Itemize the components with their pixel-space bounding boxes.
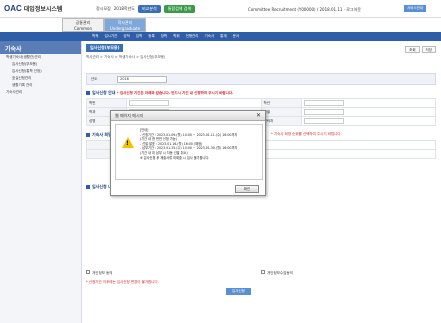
year-select[interactable]: 2018	[117, 76, 167, 83]
submit-application-button[interactable]: 입사신청	[226, 288, 251, 295]
breadcrumb: 학사관리 > 기숙사 > 학생기숙사 > 입사신청(부모용)	[86, 55, 166, 59]
top-menu: 정시모집 2018학년도 비교분석 통합검색 검색	[96, 5, 196, 13]
consent-checkbox[interactable]: 개인정보 동의	[86, 270, 112, 276]
nav-item[interactable]: 성적	[123, 34, 129, 39]
message-dialog: 웹 페이지 메시지 ✕ ! [안내] - 신청기간 : 2023.01.09.(…	[110, 110, 266, 196]
student-id-field[interactable]	[129, 100, 169, 106]
sidebar-item[interactable]: 입사신청(통학 선정)	[0, 68, 81, 75]
nav-item[interactable]: 입학	[136, 34, 142, 39]
nav-item[interactable]: 등록	[148, 34, 154, 39]
sidebar-item[interactable]: 생활기록 관리	[0, 82, 81, 89]
nav-item[interactable]: 학위	[173, 34, 179, 39]
nav-item[interactable]: 통계	[220, 34, 226, 39]
preference-notice: * 기숙사 희망 순위를 선택하여 주시기 바랍니다.	[271, 132, 342, 136]
ok-button[interactable]: 확인	[235, 185, 259, 193]
main-nav: 학적 입시기관 성적 입학 등록 장학 학위 전형관리 기숙사 통계 문서	[0, 32, 441, 41]
toolbar: 조회 저장	[405, 46, 436, 53]
top-header: OAC 대입정보시스템 정시모집 2018학년도 비교분석 통합검색 검색 Com…	[0, 0, 441, 18]
save-button[interactable]: 저장	[421, 46, 436, 53]
service-guide-button[interactable]: 서비스안내	[404, 5, 427, 12]
dialog-body: ! [안내] - 신청기간 : 2023.01.09.(월) 10:00 ~ 2…	[115, 124, 263, 180]
tab-undergraduate[interactable]: 학사관리 Undergraduate	[104, 18, 146, 32]
sidebar-title: 기숙사	[0, 41, 81, 54]
grade-field[interactable]	[303, 100, 344, 106]
top-menu-item-3[interactable]: 통합검색 검색	[163, 5, 196, 13]
privacy-checkbox[interactable]: 개인정보수집동의	[261, 270, 293, 276]
section-preference-title: 기숙사 희망	[86, 132, 112, 138]
section-notice-title: 입사신청 안내 * 입사신청 기간은 아래와 같습니다. 반드시 기간 내 신청…	[86, 90, 233, 96]
dialog-message: [안내] - 신청기간 : 2023.01.09.(월) 10:00 ~ 202…	[140, 128, 238, 160]
top-menu-item-1[interactable]: 2018학년도	[114, 6, 135, 12]
search-row: 년도 2018	[86, 73, 436, 85]
sidebar: 기숙사 학생기숙사(생활관)관리 입사신청(부모용) 입사신청(통학 선정) 호…	[0, 41, 82, 323]
field-label: 학번	[86, 98, 127, 108]
nav-item[interactable]: 입시기관	[104, 34, 117, 39]
search-button[interactable]: 조회	[405, 46, 420, 53]
sidebar-item[interactable]: 기숙사관리	[0, 89, 81, 96]
nav-item[interactable]: 기숙사	[205, 34, 215, 39]
gender-field[interactable]	[303, 109, 344, 115]
nav-item[interactable]: 문서	[233, 34, 239, 39]
user-info: Committee Recruitment (Y00000) / 2018.01…	[248, 7, 361, 12]
contact-field[interactable]	[303, 118, 344, 124]
sidebar-item[interactable]: 학생기숙사(생활관)관리	[0, 54, 81, 61]
footnote: * 신청기간 이후에는 입사신청 변경이 불가합니다.	[86, 280, 159, 284]
field-label: 학년	[260, 98, 302, 108]
subsystem-tabs: 공통관리 Common 학사관리 Undergraduate	[62, 18, 146, 32]
top-menu-item-2[interactable]: 비교분석	[137, 5, 161, 13]
site-logo[interactable]: OAC 대입정보시스템	[4, 4, 62, 13]
nav-item[interactable]: 학적	[92, 34, 98, 39]
top-menu-item-0[interactable]: 정시모집	[96, 6, 111, 12]
field-label: 연락처	[260, 116, 302, 126]
close-icon[interactable]: ✕	[256, 112, 261, 119]
field-label: 성별	[260, 107, 302, 117]
dialog-title: 웹 페이지 메시지 ✕	[111, 111, 265, 121]
sidebar-item[interactable]: 입사신청(부모용)	[0, 61, 81, 68]
page-title: 입사신청(부모용)	[86, 44, 124, 52]
nav-item[interactable]: 장학	[161, 34, 167, 39]
tab-common[interactable]: 공통관리 Common	[62, 18, 104, 32]
year-label: 년도	[91, 77, 98, 81]
sidebar-item[interactable]: 호실신청관리	[0, 75, 81, 82]
nav-item[interactable]: 전형관리	[186, 34, 199, 39]
